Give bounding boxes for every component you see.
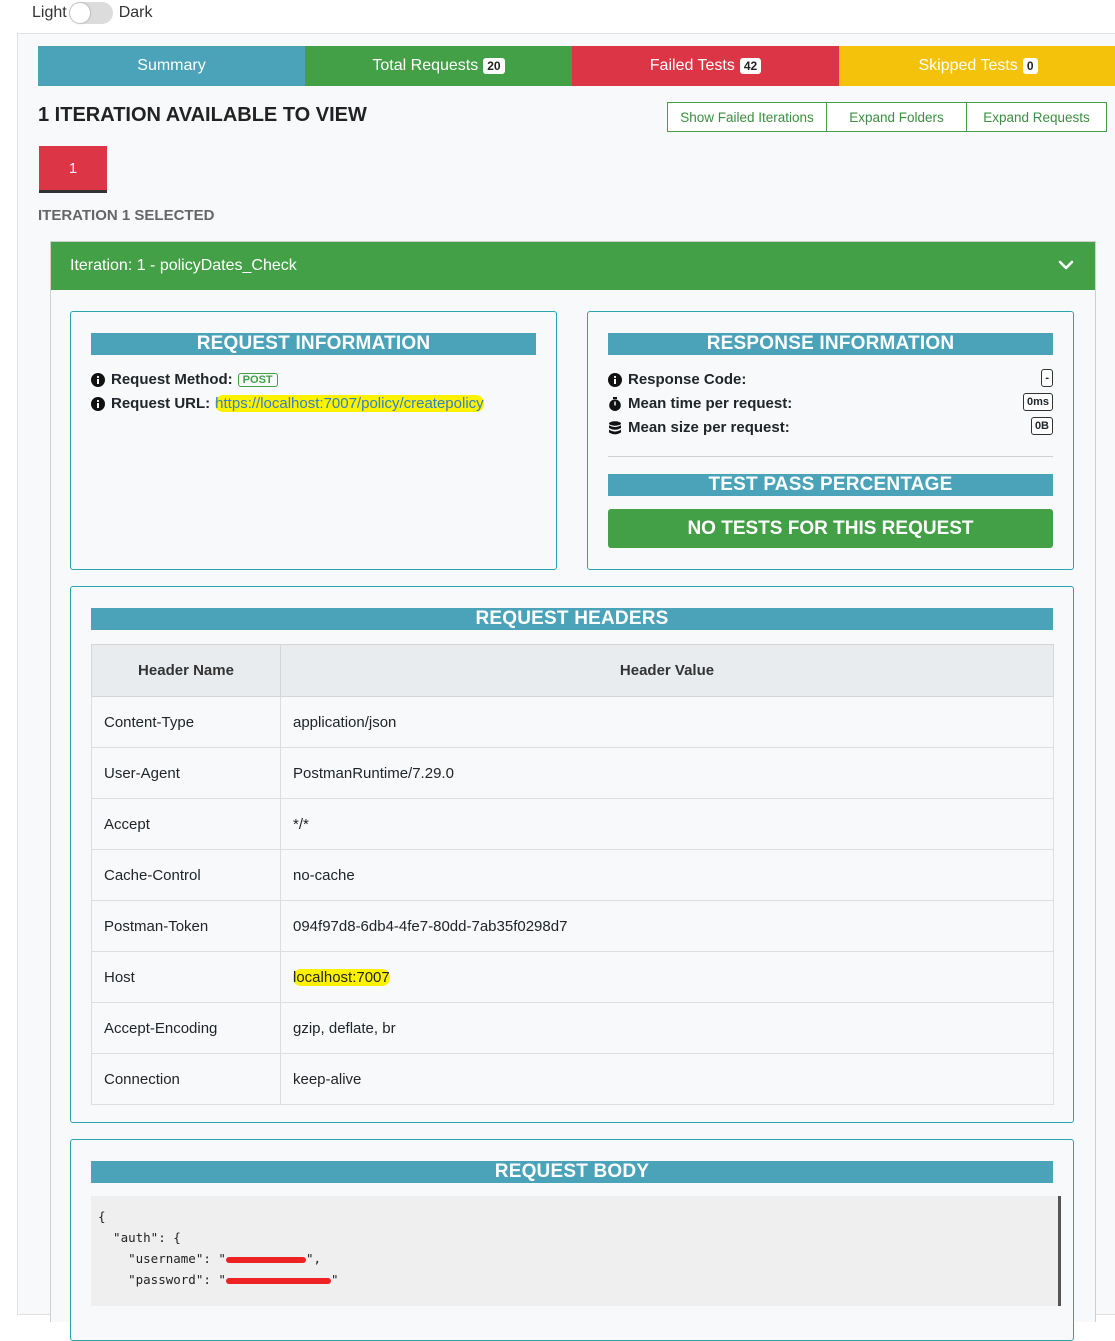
dark-label: Dark bbox=[118, 4, 153, 21]
test-pass-title: TEST PASS PERCENTAGE bbox=[608, 474, 1053, 496]
header-name-cell: Content-Type bbox=[91, 696, 281, 748]
tab-failed-tests[interactable]: Failed Tests 42 bbox=[572, 46, 839, 86]
header-name-cell: Accept-Encoding bbox=[91, 1002, 281, 1054]
table-row: Host localhost:7007 bbox=[91, 951, 1054, 1003]
header-value-cell: keep-alive bbox=[280, 1053, 1054, 1105]
mean-size-line: Mean size per request: bbox=[608, 419, 795, 436]
tab-skipped-tests[interactable]: Skipped Tests 0 bbox=[839, 46, 1115, 86]
request-url-label: Request URL: bbox=[111, 395, 211, 412]
tab-summary[interactable]: Summary bbox=[38, 46, 305, 86]
response-info-title: RESPONSE INFORMATION bbox=[608, 333, 1053, 355]
table-row: User-Agent PostmanRuntime/7.29.0 bbox=[91, 747, 1054, 799]
info-icon bbox=[608, 372, 622, 387]
stopwatch-icon bbox=[609, 396, 621, 411]
header-value-column: Header Value bbox=[280, 644, 1054, 697]
mean-time-line: Mean time per request: bbox=[608, 395, 797, 412]
username-key: "username": " bbox=[98, 1251, 226, 1266]
request-body-title: REQUEST BODY bbox=[91, 1161, 1053, 1183]
info-icon bbox=[91, 396, 105, 411]
iteration-1-button[interactable]: 1 bbox=[39, 146, 107, 193]
response-info-card: RESPONSE INFORMATION Response Code: - Me… bbox=[587, 311, 1074, 570]
request-headers-title: REQUEST HEADERS bbox=[91, 608, 1053, 630]
header-value-cell: no-cache bbox=[280, 849, 1054, 901]
summary-tabs: Summary Total Requests 20 Failed Tests 4… bbox=[38, 46, 1115, 86]
mean-size-badge: 0B bbox=[1030, 417, 1053, 435]
header-value-cell: application/json bbox=[280, 696, 1054, 748]
tab-skipped-tests-label: Skipped Tests bbox=[918, 57, 1018, 74]
mean-time-label: Mean time per request: bbox=[628, 395, 793, 412]
request-url-line: Request URL: https://localhost:7007/poli… bbox=[91, 395, 484, 412]
response-code-badge: - bbox=[1041, 369, 1053, 387]
report-container: Summary Total Requests 20 Failed Tests 4… bbox=[17, 33, 1115, 1341]
response-divider bbox=[608, 456, 1053, 457]
response-code-line: Response Code: bbox=[608, 371, 751, 388]
failed-tests-badge: 42 bbox=[739, 58, 762, 74]
table-header-row: Header Name Header Value bbox=[91, 644, 1054, 697]
request-info-title: REQUEST INFORMATION bbox=[91, 333, 536, 355]
password-key: "password": " bbox=[98, 1272, 226, 1287]
show-failed-iterations-button[interactable]: Show Failed Iterations bbox=[667, 102, 827, 132]
table-row: Connection keep-alive bbox=[91, 1053, 1054, 1105]
request-info-card: REQUEST INFORMATION Request Method: POST… bbox=[70, 311, 557, 570]
request-headers-table: Header Name Header Value Content-Type app… bbox=[91, 644, 1054, 1105]
table-row: Accept */* bbox=[91, 798, 1054, 850]
theme-toggle[interactable]: Light Dark bbox=[32, 2, 152, 24]
iteration-button-group: Show Failed Iterations Expand Folders Ex… bbox=[667, 102, 1107, 132]
iteration-selected-label: ITERATION 1 SELECTED bbox=[38, 207, 215, 224]
chevron-down-icon[interactable] bbox=[1057, 256, 1075, 274]
database-icon bbox=[609, 420, 621, 434]
header-value-cell: */* bbox=[280, 798, 1054, 850]
host-value-highlight: localhost:7007 bbox=[293, 968, 390, 986]
header-name-cell: User-Agent bbox=[91, 747, 281, 799]
table-row: Accept-Encoding gzip, deflate, br bbox=[91, 1002, 1054, 1054]
tab-summary-label: Summary bbox=[137, 57, 206, 74]
iteration-header-label: Iteration: 1 - policyDates_Check bbox=[70, 257, 297, 274]
header-value-cell: 094f97d8-6db4-4fe7-80dd-7ab35f0298d7 bbox=[280, 900, 1054, 952]
tab-total-requests[interactable]: Total Requests 20 bbox=[305, 46, 572, 86]
header-value-cell: PostmanRuntime/7.29.0 bbox=[280, 747, 1054, 799]
mean-size-label: Mean size per request: bbox=[628, 419, 790, 436]
code-line: { bbox=[98, 1209, 106, 1224]
code-line: "auth": { bbox=[98, 1230, 181, 1245]
request-method-badge: POST bbox=[237, 372, 278, 387]
header-value-cell: localhost:7007 bbox=[280, 951, 1054, 1003]
header-name-cell: Host bbox=[91, 951, 281, 1003]
redaction-mark bbox=[225, 1277, 331, 1284]
table-row: Content-Type application/json bbox=[91, 696, 1054, 748]
skipped-tests-badge: 0 bbox=[1022, 58, 1038, 74]
table-row: Postman-Token 094f97d8-6db4-4fe7-80dd-7ab… bbox=[91, 900, 1054, 952]
light-label: Light bbox=[32, 4, 67, 21]
request-method-line: Request Method: POST bbox=[91, 371, 278, 388]
expand-requests-button[interactable]: Expand Requests bbox=[966, 102, 1107, 132]
iterations-title: 1 ITERATION AVAILABLE TO VIEW bbox=[38, 104, 367, 126]
tab-total-requests-label: Total Requests bbox=[372, 57, 479, 74]
switch-knob bbox=[69, 3, 90, 23]
redaction-mark bbox=[225, 1256, 306, 1263]
tab-failed-tests-label: Failed Tests bbox=[649, 57, 735, 74]
request-url-link[interactable]: https://localhost:7007/policy/createpoli… bbox=[215, 395, 484, 412]
mean-time-badge: 0ms bbox=[1022, 393, 1053, 411]
expand-folders-button[interactable]: Expand Folders bbox=[826, 102, 967, 132]
header-name-cell: Connection bbox=[91, 1053, 281, 1105]
header-name-cell: Postman-Token bbox=[91, 900, 281, 952]
header-name-column: Header Name bbox=[91, 644, 281, 697]
info-icon bbox=[91, 372, 105, 387]
request-body-code[interactable]: { "auth": { "username": " ", "password": … bbox=[91, 1196, 1061, 1306]
theme-switch[interactable] bbox=[68, 2, 113, 24]
request-method-label: Request Method: bbox=[111, 371, 233, 388]
iteration-accordion-header[interactable]: Iteration: 1 - policyDates_Check bbox=[51, 242, 1095, 290]
header-name-cell: Cache-Control bbox=[91, 849, 281, 901]
table-row: Cache-Control no-cache bbox=[91, 849, 1054, 901]
header-value-cell: gzip, deflate, br bbox=[280, 1002, 1054, 1054]
request-body-card: REQUEST BODY { "auth": { "username": " ",… bbox=[70, 1139, 1074, 1341]
header-name-cell: Accept bbox=[91, 798, 281, 850]
total-requests-badge: 20 bbox=[483, 58, 505, 74]
request-headers-card: REQUEST HEADERS Header Name Header Value… bbox=[70, 586, 1074, 1123]
no-tests-banner: NO TESTS FOR THIS REQUEST bbox=[608, 509, 1053, 548]
iteration-accordion: Iteration: 1 - policyDates_Check REQUEST… bbox=[50, 241, 1096, 1341]
response-code-label: Response Code: bbox=[628, 371, 747, 388]
